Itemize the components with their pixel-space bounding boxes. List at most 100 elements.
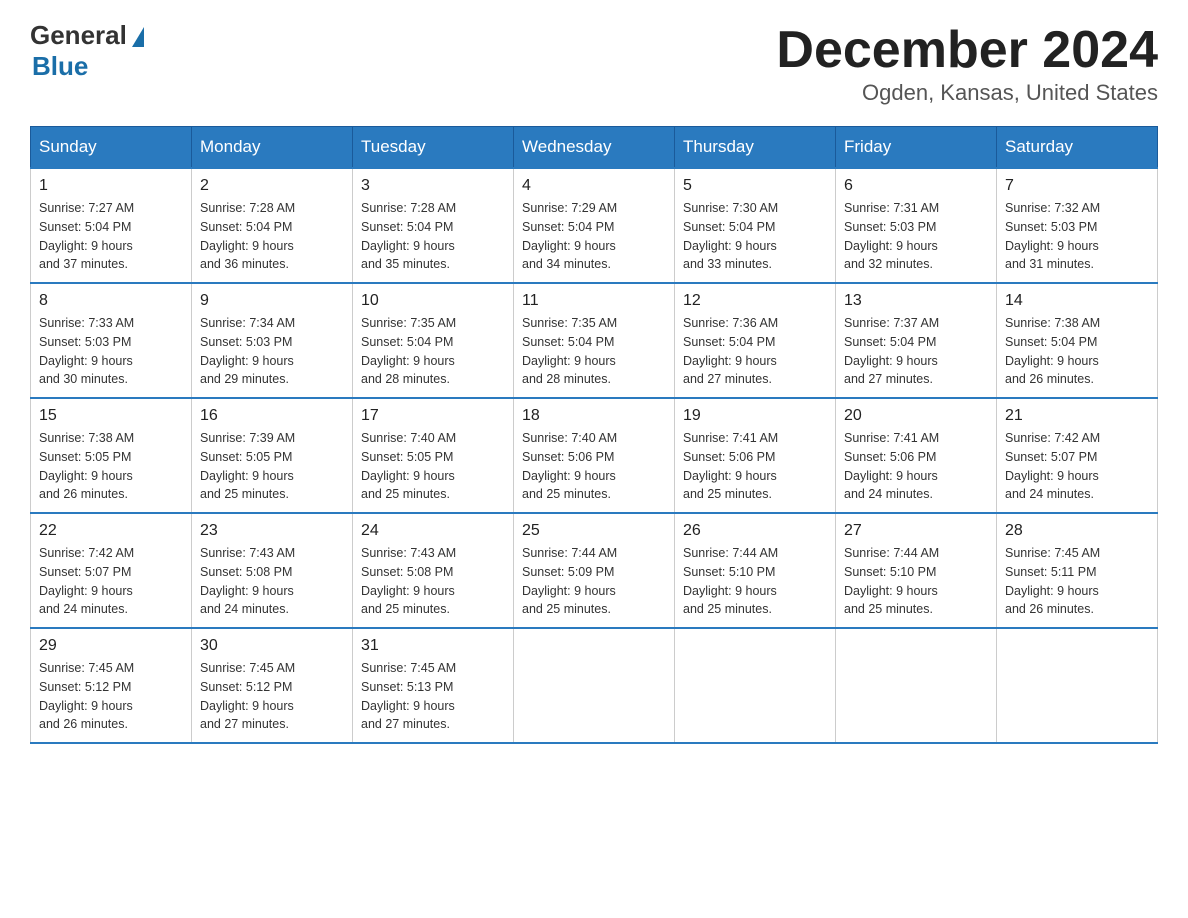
- table-row: 24 Sunrise: 7:43 AM Sunset: 5:08 PM Dayl…: [353, 513, 514, 628]
- day-info: Sunrise: 7:45 AM Sunset: 5:13 PM Dayligh…: [361, 659, 505, 734]
- day-info: Sunrise: 7:45 AM Sunset: 5:12 PM Dayligh…: [200, 659, 344, 734]
- table-row: 30 Sunrise: 7:45 AM Sunset: 5:12 PM Dayl…: [192, 628, 353, 743]
- table-row: [675, 628, 836, 743]
- day-number: 21: [1005, 407, 1149, 425]
- day-number: 24: [361, 522, 505, 540]
- table-row: [514, 628, 675, 743]
- day-info: Sunrise: 7:38 AM Sunset: 5:05 PM Dayligh…: [39, 429, 183, 504]
- page-header: General Blue December 2024 Ogden, Kansas…: [30, 20, 1158, 106]
- table-row: 13 Sunrise: 7:37 AM Sunset: 5:04 PM Dayl…: [836, 283, 997, 398]
- day-info: Sunrise: 7:30 AM Sunset: 5:04 PM Dayligh…: [683, 199, 827, 274]
- day-number: 30: [200, 637, 344, 655]
- day-info: Sunrise: 7:28 AM Sunset: 5:04 PM Dayligh…: [361, 199, 505, 274]
- day-info: Sunrise: 7:43 AM Sunset: 5:08 PM Dayligh…: [361, 544, 505, 619]
- day-number: 8: [39, 292, 183, 310]
- table-row: [836, 628, 997, 743]
- table-row: 29 Sunrise: 7:45 AM Sunset: 5:12 PM Dayl…: [31, 628, 192, 743]
- day-info: Sunrise: 7:44 AM Sunset: 5:10 PM Dayligh…: [844, 544, 988, 619]
- day-number: 18: [522, 407, 666, 425]
- day-info: Sunrise: 7:28 AM Sunset: 5:04 PM Dayligh…: [200, 199, 344, 274]
- day-number: 26: [683, 522, 827, 540]
- calendar-week-row-2: 8 Sunrise: 7:33 AM Sunset: 5:03 PM Dayli…: [31, 283, 1158, 398]
- table-row: 5 Sunrise: 7:30 AM Sunset: 5:04 PM Dayli…: [675, 168, 836, 283]
- table-row: 16 Sunrise: 7:39 AM Sunset: 5:05 PM Dayl…: [192, 398, 353, 513]
- day-number: 6: [844, 177, 988, 195]
- table-row: 21 Sunrise: 7:42 AM Sunset: 5:07 PM Dayl…: [997, 398, 1158, 513]
- calendar-table: Sunday Monday Tuesday Wednesday Thursday…: [30, 126, 1158, 744]
- logo: General Blue: [30, 20, 144, 82]
- table-row: 18 Sunrise: 7:40 AM Sunset: 5:06 PM Dayl…: [514, 398, 675, 513]
- day-number: 28: [1005, 522, 1149, 540]
- table-row: 23 Sunrise: 7:43 AM Sunset: 5:08 PM Dayl…: [192, 513, 353, 628]
- day-number: 19: [683, 407, 827, 425]
- table-row: 22 Sunrise: 7:42 AM Sunset: 5:07 PM Dayl…: [31, 513, 192, 628]
- day-number: 16: [200, 407, 344, 425]
- table-row: 14 Sunrise: 7:38 AM Sunset: 5:04 PM Dayl…: [997, 283, 1158, 398]
- table-row: 1 Sunrise: 7:27 AM Sunset: 5:04 PM Dayli…: [31, 168, 192, 283]
- logo-blue-text: Blue: [32, 51, 88, 82]
- table-row: 8 Sunrise: 7:33 AM Sunset: 5:03 PM Dayli…: [31, 283, 192, 398]
- day-number: 13: [844, 292, 988, 310]
- col-monday: Monday: [192, 127, 353, 169]
- day-info: Sunrise: 7:31 AM Sunset: 5:03 PM Dayligh…: [844, 199, 988, 274]
- day-info: Sunrise: 7:36 AM Sunset: 5:04 PM Dayligh…: [683, 314, 827, 389]
- day-number: 14: [1005, 292, 1149, 310]
- table-row: 10 Sunrise: 7:35 AM Sunset: 5:04 PM Dayl…: [353, 283, 514, 398]
- table-row: 7 Sunrise: 7:32 AM Sunset: 5:03 PM Dayli…: [997, 168, 1158, 283]
- day-info: Sunrise: 7:32 AM Sunset: 5:03 PM Dayligh…: [1005, 199, 1149, 274]
- day-info: Sunrise: 7:43 AM Sunset: 5:08 PM Dayligh…: [200, 544, 344, 619]
- day-info: Sunrise: 7:27 AM Sunset: 5:04 PM Dayligh…: [39, 199, 183, 274]
- day-number: 20: [844, 407, 988, 425]
- table-row: 19 Sunrise: 7:41 AM Sunset: 5:06 PM Dayl…: [675, 398, 836, 513]
- day-info: Sunrise: 7:29 AM Sunset: 5:04 PM Dayligh…: [522, 199, 666, 274]
- table-row: 4 Sunrise: 7:29 AM Sunset: 5:04 PM Dayli…: [514, 168, 675, 283]
- table-row: 28 Sunrise: 7:45 AM Sunset: 5:11 PM Dayl…: [997, 513, 1158, 628]
- day-number: 9: [200, 292, 344, 310]
- day-number: 3: [361, 177, 505, 195]
- table-row: 15 Sunrise: 7:38 AM Sunset: 5:05 PM Dayl…: [31, 398, 192, 513]
- day-number: 29: [39, 637, 183, 655]
- calendar-week-row-5: 29 Sunrise: 7:45 AM Sunset: 5:12 PM Dayl…: [31, 628, 1158, 743]
- month-title: December 2024: [776, 20, 1158, 80]
- logo-general-text: General: [30, 20, 127, 51]
- day-number: 23: [200, 522, 344, 540]
- day-info: Sunrise: 7:33 AM Sunset: 5:03 PM Dayligh…: [39, 314, 183, 389]
- col-friday: Friday: [836, 127, 997, 169]
- table-row: 26 Sunrise: 7:44 AM Sunset: 5:10 PM Dayl…: [675, 513, 836, 628]
- day-info: Sunrise: 7:41 AM Sunset: 5:06 PM Dayligh…: [683, 429, 827, 504]
- day-number: 12: [683, 292, 827, 310]
- day-info: Sunrise: 7:40 AM Sunset: 5:05 PM Dayligh…: [361, 429, 505, 504]
- table-row: 11 Sunrise: 7:35 AM Sunset: 5:04 PM Dayl…: [514, 283, 675, 398]
- col-saturday: Saturday: [997, 127, 1158, 169]
- day-number: 27: [844, 522, 988, 540]
- day-number: 1: [39, 177, 183, 195]
- table-row: 27 Sunrise: 7:44 AM Sunset: 5:10 PM Dayl…: [836, 513, 997, 628]
- day-number: 4: [522, 177, 666, 195]
- col-wednesday: Wednesday: [514, 127, 675, 169]
- col-sunday: Sunday: [31, 127, 192, 169]
- day-number: 25: [522, 522, 666, 540]
- day-number: 5: [683, 177, 827, 195]
- table-row: 9 Sunrise: 7:34 AM Sunset: 5:03 PM Dayli…: [192, 283, 353, 398]
- calendar-week-row-4: 22 Sunrise: 7:42 AM Sunset: 5:07 PM Dayl…: [31, 513, 1158, 628]
- title-block: December 2024 Ogden, Kansas, United Stat…: [776, 20, 1158, 106]
- day-info: Sunrise: 7:38 AM Sunset: 5:04 PM Dayligh…: [1005, 314, 1149, 389]
- day-info: Sunrise: 7:34 AM Sunset: 5:03 PM Dayligh…: [200, 314, 344, 389]
- day-info: Sunrise: 7:40 AM Sunset: 5:06 PM Dayligh…: [522, 429, 666, 504]
- day-number: 11: [522, 292, 666, 310]
- day-number: 31: [361, 637, 505, 655]
- day-info: Sunrise: 7:37 AM Sunset: 5:04 PM Dayligh…: [844, 314, 988, 389]
- day-number: 10: [361, 292, 505, 310]
- table-row: 25 Sunrise: 7:44 AM Sunset: 5:09 PM Dayl…: [514, 513, 675, 628]
- table-row: 2 Sunrise: 7:28 AM Sunset: 5:04 PM Dayli…: [192, 168, 353, 283]
- table-row: 3 Sunrise: 7:28 AM Sunset: 5:04 PM Dayli…: [353, 168, 514, 283]
- table-row: 31 Sunrise: 7:45 AM Sunset: 5:13 PM Dayl…: [353, 628, 514, 743]
- calendar-header-row: Sunday Monday Tuesday Wednesday Thursday…: [31, 127, 1158, 169]
- day-number: 15: [39, 407, 183, 425]
- day-info: Sunrise: 7:39 AM Sunset: 5:05 PM Dayligh…: [200, 429, 344, 504]
- table-row: 17 Sunrise: 7:40 AM Sunset: 5:05 PM Dayl…: [353, 398, 514, 513]
- table-row: 20 Sunrise: 7:41 AM Sunset: 5:06 PM Dayl…: [836, 398, 997, 513]
- day-info: Sunrise: 7:42 AM Sunset: 5:07 PM Dayligh…: [1005, 429, 1149, 504]
- col-tuesday: Tuesday: [353, 127, 514, 169]
- day-info: Sunrise: 7:45 AM Sunset: 5:12 PM Dayligh…: [39, 659, 183, 734]
